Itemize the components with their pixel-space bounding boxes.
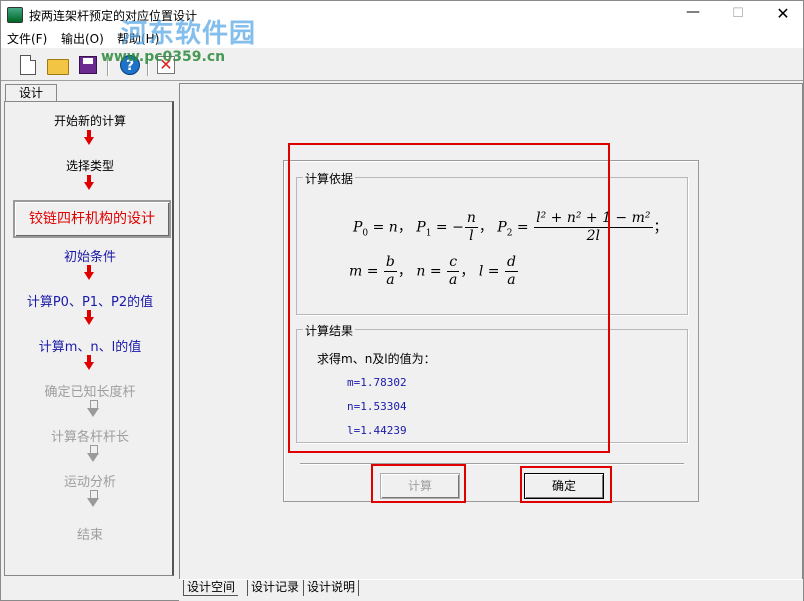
maximize-button[interactable]: ☐ <box>729 5 747 23</box>
step-current-linkage-design[interactable]: 铰链四杆机构的设计 <box>13 200 171 238</box>
app-window: 按两连架杆预定的对应位置设计 — ☐ ✕ 文件(F) 输出(O) 帮助(H) ?… <box>0 0 804 601</box>
step-select-type[interactable]: 选择类型 <box>5 157 175 174</box>
app-icon <box>7 7 23 23</box>
step-calc-mnl[interactable]: 计算m、n、l的值 <box>5 336 175 355</box>
menu-output[interactable]: 输出(O) <box>61 30 104 47</box>
bottom-tabs: 设计空间 设计记录 设计说明 <box>179 579 803 601</box>
step-motion-analysis: 运动分析 <box>63 475 116 490</box>
design-workspace: 计算依据 P0 = n， P1 = − n l， P2 = l² + n² + 1 … <box>179 83 803 580</box>
step-link-lengths: 计算各杆杆长 <box>50 430 129 445</box>
close-button[interactable]: ✕ <box>773 4 793 24</box>
save-icon <box>79 56 97 74</box>
highlight-frame-ok <box>520 466 612 503</box>
watermark-logo: 河东软件园 <box>121 19 257 49</box>
tab-design-notes[interactable]: 设计说明 <box>303 580 360 596</box>
step-known-link: 确定已知长度杆 <box>44 385 136 400</box>
arrow-down-icon <box>84 130 94 146</box>
highlight-frame-calculate <box>371 464 466 503</box>
arrow-down-icon <box>84 175 94 191</box>
arrow-down-icon <box>87 490 99 508</box>
tab-design-space[interactable]: 设计空间 <box>183 580 239 596</box>
design-steps-panel: 设计 开始新的计算 选择类型 铰链四杆机构的设计 初始条件 计算P0、P1、P2… <box>2 83 178 580</box>
watermark-url: www.pc0359.cn <box>101 49 226 65</box>
open-icon <box>47 59 69 75</box>
step-initial-conditions[interactable]: 初始条件 <box>5 246 175 265</box>
minimize-button[interactable]: — <box>684 5 702 23</box>
open-button[interactable] <box>45 52 71 78</box>
highlight-frame-formula <box>288 143 610 453</box>
steps-list: 开始新的计算 选择类型 铰链四杆机构的设计 初始条件 计算P0、P1、P2的值 … <box>4 101 174 576</box>
save-button[interactable] <box>75 52 101 78</box>
step-start-new[interactable]: 开始新的计算 <box>5 112 175 129</box>
new-button[interactable] <box>15 52 41 78</box>
step-end: 结束 <box>76 528 103 543</box>
arrow-down-icon <box>84 355 94 371</box>
arrow-down-icon <box>84 265 94 281</box>
arrow-down-icon <box>87 400 99 418</box>
menu-file[interactable]: 文件(F) <box>7 30 47 47</box>
tab-design-record[interactable]: 设计记录 <box>247 580 302 596</box>
current-step-label: 铰链四杆机构的设计 <box>29 211 155 227</box>
tab-design[interactable]: 设计 <box>5 84 57 102</box>
arrow-down-icon <box>87 445 99 463</box>
dialog-divider <box>300 463 684 465</box>
arrow-down-icon <box>84 310 94 326</box>
step-calc-p[interactable]: 计算P0、P1、P2的值 <box>5 291 175 310</box>
new-icon <box>20 55 36 75</box>
